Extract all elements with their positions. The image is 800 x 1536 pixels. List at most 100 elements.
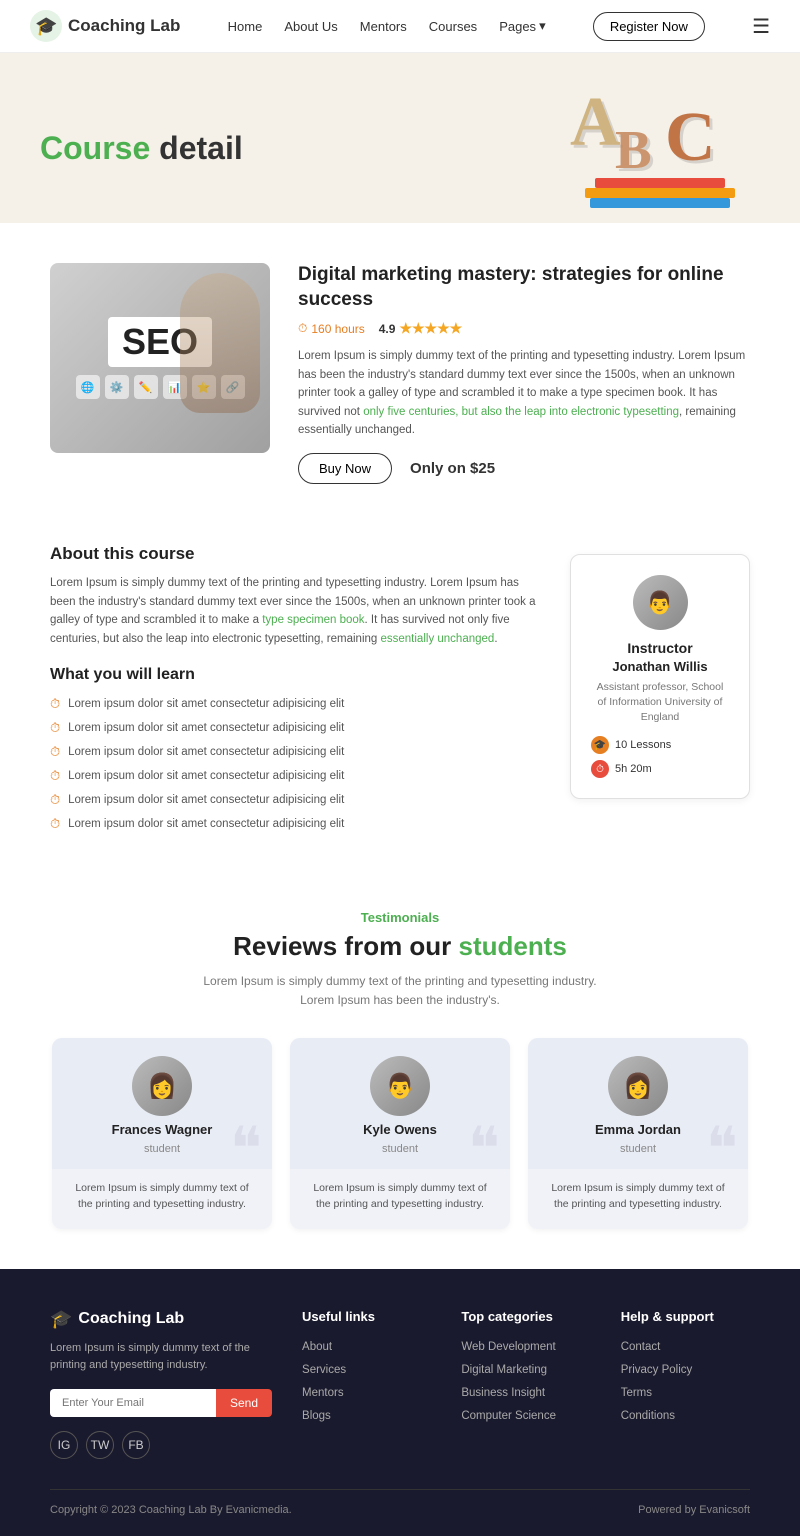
- list-item: ⏱Lorem ipsum dolor sit amet consectetur …: [50, 744, 540, 760]
- list-item: ⏱Lorem ipsum dolor sit amet consectetur …: [50, 768, 540, 784]
- list-item: Digital Marketing: [461, 1361, 590, 1376]
- footer-useful-links: Useful links About Services Mentors Blog…: [302, 1309, 431, 1459]
- course-detail-section: SEO 🌐 ⚙️ ✏️ 📊 ⭐ 🔗 Digital marketing mast…: [0, 223, 800, 524]
- list-item: Blogs: [302, 1407, 431, 1422]
- top-categories-list: Web Development Digital Marketing Busine…: [461, 1338, 590, 1422]
- footer-top: 🎓 Coaching Lab Lorem Ipsum is simply dum…: [50, 1309, 750, 1459]
- cat-business[interactable]: Business Insight: [461, 1387, 545, 1399]
- lessons-icon: 🎓: [591, 736, 609, 754]
- nav-home[interactable]: Home: [228, 19, 263, 34]
- list-icon: ⏱: [50, 696, 60, 712]
- nav-pages[interactable]: Pages ▾: [499, 18, 545, 34]
- buy-now-button[interactable]: Buy Now: [298, 453, 392, 484]
- list-icon: ⏱: [50, 768, 60, 784]
- lessons-stat: 🎓 10 Lessons: [591, 736, 729, 754]
- learn-list: ⏱Lorem ipsum dolor sit amet consectetur …: [50, 696, 540, 832]
- help-support-list: Contact Privacy Policy Terms Conditions: [621, 1338, 750, 1422]
- testimonial-card-3: 👩 Emma Jordan student Lorem Ipsum is sim…: [528, 1038, 748, 1229]
- link-conditions[interactable]: Conditions: [621, 1410, 675, 1422]
- seo-icon-globe: 🌐: [76, 375, 100, 399]
- course-price: Only on $25: [410, 460, 495, 477]
- logo-text: Coaching Lab: [68, 16, 180, 36]
- register-button[interactable]: Register Now: [593, 12, 705, 41]
- review-text-1: Lorem Ipsum is simply dummy text of the …: [68, 1181, 256, 1213]
- hero-banner: Course detail A B C: [0, 53, 800, 223]
- link-terms[interactable]: Terms: [621, 1387, 652, 1399]
- footer-logo-text: Coaching Lab: [78, 1310, 184, 1328]
- testimonials-label: Testimonials: [50, 910, 750, 925]
- list-item: Conditions: [621, 1407, 750, 1422]
- footer: 🎓 Coaching Lab Lorem Ipsum is simply dum…: [0, 1269, 800, 1536]
- hero-decoration: A B C: [560, 83, 760, 213]
- link-blogs[interactable]: Blogs: [302, 1410, 331, 1422]
- nav-courses[interactable]: Courses: [429, 19, 477, 34]
- link-services[interactable]: Services: [302, 1364, 346, 1376]
- list-item: Privacy Policy: [621, 1361, 750, 1376]
- list-item: Terms: [621, 1384, 750, 1399]
- useful-links-list: About Services Mentors Blogs: [302, 1338, 431, 1422]
- footer-logo-icon: 🎓: [50, 1309, 72, 1330]
- hamburger-icon[interactable]: ☰: [752, 14, 770, 39]
- review-text-3: Lorem Ipsum is simply dummy text of the …: [544, 1181, 732, 1213]
- course-card: SEO 🌐 ⚙️ ✏️ 📊 ⭐ 🔗 Digital marketing mast…: [50, 263, 750, 484]
- top-categories-heading: Top categories: [461, 1309, 590, 1324]
- list-item: Computer Science: [461, 1407, 590, 1422]
- review-text-2: Lorem Ipsum is simply dummy text of the …: [306, 1181, 494, 1213]
- facebook-icon[interactable]: FB: [122, 1431, 150, 1459]
- footer-send-button[interactable]: Send: [216, 1389, 272, 1417]
- letter-b: B: [615, 118, 652, 181]
- link-contact[interactable]: Contact: [621, 1341, 661, 1353]
- footer-desc: Lorem Ipsum is simply dummy text of the …: [50, 1340, 272, 1375]
- twitter-icon[interactable]: TW: [86, 1431, 114, 1459]
- list-item: Contact: [621, 1338, 750, 1353]
- link-mentors[interactable]: Mentors: [302, 1387, 344, 1399]
- testimonial-card-2: 👨 Kyle Owens student Lorem Ipsum is simp…: [290, 1038, 510, 1229]
- t-card-top-1: 👩 Frances Wagner student: [52, 1038, 272, 1169]
- about-section: About this course Lorem Ipsum is simply …: [0, 524, 800, 870]
- list-item: ⏱Lorem ipsum dolor sit amet consectetur …: [50, 792, 540, 808]
- nav-mentors[interactable]: Mentors: [360, 19, 407, 34]
- footer-bottom: Copyright © 2023 Coaching Lab By Evanicm…: [50, 1489, 750, 1516]
- footer-powered: Powered by Evanicsoft: [638, 1504, 750, 1516]
- hero-title-block: Course detail: [40, 130, 243, 167]
- footer-logo: 🎓 Coaching Lab: [50, 1309, 272, 1330]
- link-privacy[interactable]: Privacy Policy: [621, 1364, 693, 1376]
- course-description: Lorem Ipsum is simply dummy text of the …: [298, 347, 750, 439]
- cat-digital-marketing[interactable]: Digital Marketing: [461, 1364, 547, 1376]
- logo[interactable]: 🎓 Coaching Lab: [30, 10, 180, 42]
- testimonial-card-1: 👩 Frances Wagner student Lorem Ipsum is …: [52, 1038, 272, 1229]
- footer-top-categories: Top categories Web Development Digital M…: [461, 1309, 590, 1459]
- books-decoration: [580, 178, 740, 208]
- list-icon: ⏱: [50, 792, 60, 808]
- testimonials-section: Testimonials Reviews from our students L…: [0, 870, 800, 1269]
- footer-help-support: Help & support Contact Privacy Policy Te…: [621, 1309, 750, 1459]
- cat-web-dev[interactable]: Web Development: [461, 1341, 555, 1353]
- about-heading: About this course: [50, 544, 540, 564]
- logo-icon: 🎓: [30, 10, 62, 42]
- nav-about[interactable]: About Us: [284, 19, 337, 34]
- instructor-role: Assistant professor, School of Informati…: [591, 680, 729, 724]
- reviewer-name-1: Frances Wagner: [112, 1122, 213, 1137]
- reviewer-role-3: student: [620, 1143, 656, 1155]
- course-hours: ⏱ 160 hours: [298, 321, 365, 336]
- list-item: ⏱Lorem ipsum dolor sit amet consectetur …: [50, 696, 540, 712]
- cat-cs[interactable]: Computer Science: [461, 1410, 556, 1422]
- list-item: ⏱Lorem ipsum dolor sit amet consectetur …: [50, 816, 540, 832]
- book-red: [595, 178, 725, 188]
- instagram-icon[interactable]: IG: [50, 1431, 78, 1459]
- nav-links: Home About Us Mentors Courses Pages ▾: [228, 18, 546, 34]
- list-item: Services: [302, 1361, 431, 1376]
- reviewer-role-1: student: [144, 1143, 180, 1155]
- course-title: Digital marketing mastery: strategies fo…: [298, 263, 750, 312]
- chevron-down-icon: ▾: [539, 18, 546, 34]
- course-info: Digital marketing mastery: strategies fo…: [298, 263, 750, 484]
- list-item: About: [302, 1338, 431, 1353]
- course-actions: Buy Now Only on $25: [298, 453, 750, 484]
- duration-value: 5h 20m: [615, 763, 652, 775]
- link-about[interactable]: About: [302, 1341, 332, 1353]
- testimonials-subtext: Lorem Ipsum is simply dummy text of the …: [190, 972, 610, 1010]
- t-card-top-2: 👨 Kyle Owens student: [290, 1038, 510, 1169]
- footer-email-input[interactable]: [50, 1389, 216, 1417]
- reviewer-avatar-3: 👩: [608, 1056, 668, 1116]
- about-description: Lorem Ipsum is simply dummy text of the …: [50, 574, 540, 648]
